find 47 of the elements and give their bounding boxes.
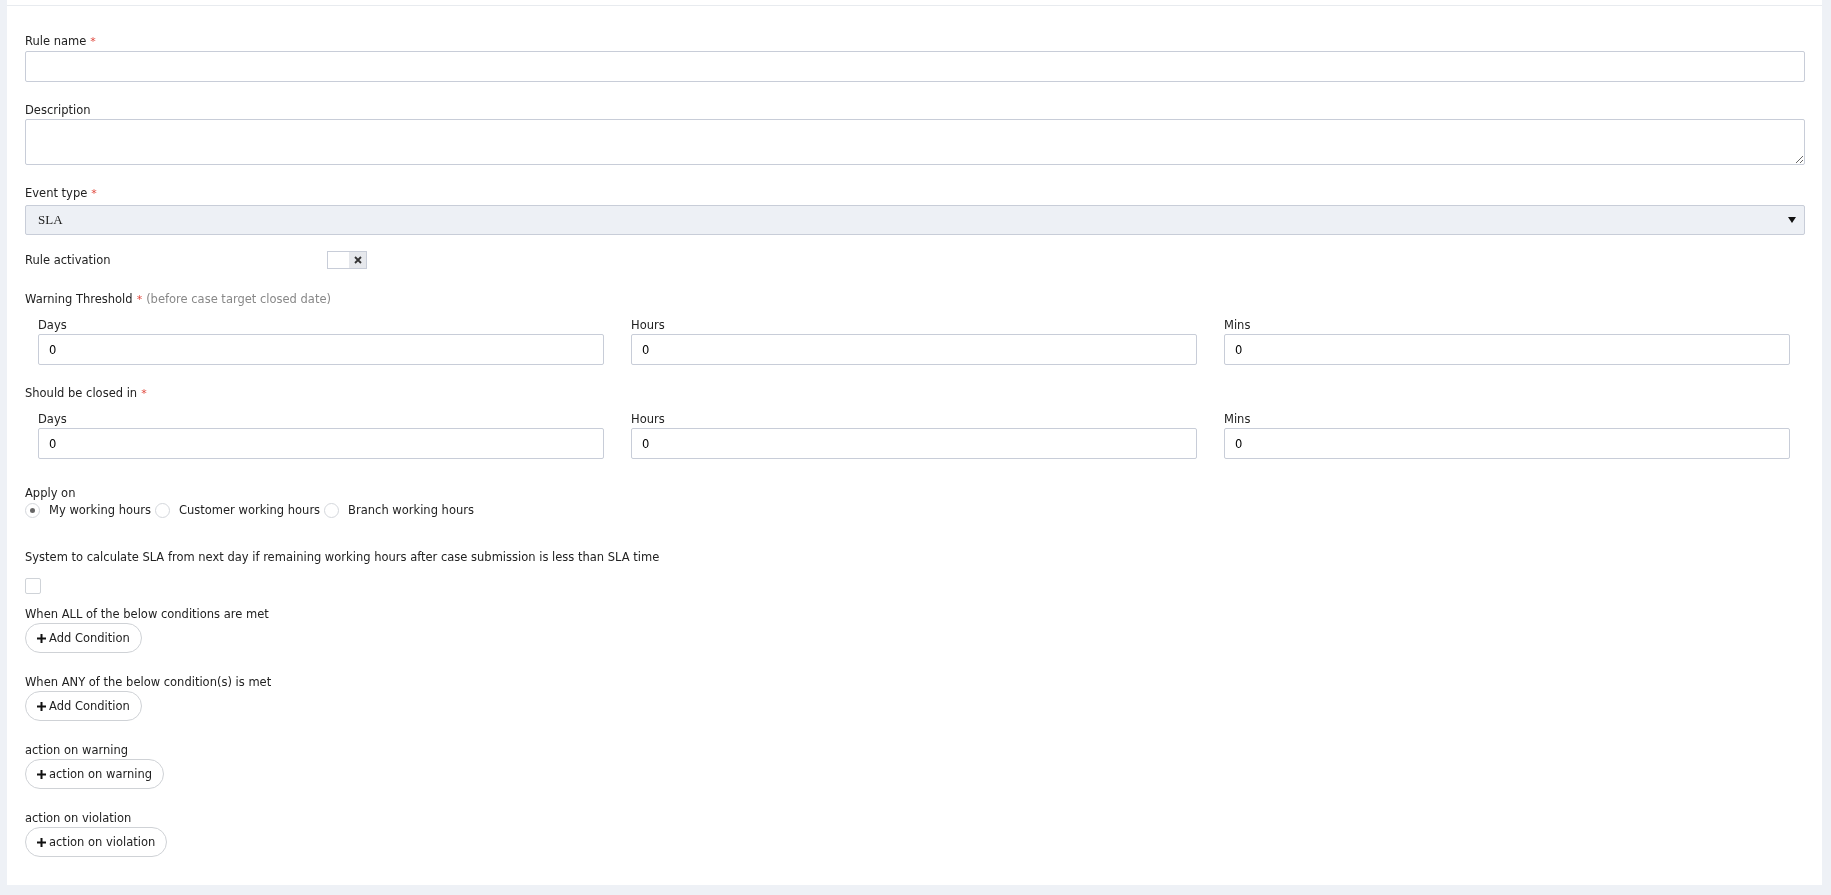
radio-label[interactable]: Branch working hours [348,503,474,517]
required-asterisk: * [90,34,96,50]
plus-icon [37,837,46,847]
rule-name-field[interactable] [25,51,1805,82]
checkbox[interactable] [25,578,41,594]
section-label: When ANY of the below condition(s) is met [25,674,272,690]
field-label: Mins [1224,317,1251,333]
activation-toggle[interactable] [327,251,367,269]
plus-icon [37,701,46,711]
add-button[interactable]: action on violation [25,827,168,857]
field-label: Warning Threshold [25,291,133,307]
number-field[interactable]: 0 [1224,428,1790,459]
field-label: Should be closed in [25,385,138,401]
number-field[interactable]: 0 [38,334,604,365]
plus-icon [37,633,46,643]
cross-icon [353,256,362,264]
field-label: Hours [631,317,665,333]
section-label: When ALL of the below conditions are met [25,606,269,622]
section-label: action on warning [25,742,129,758]
plus-icon [37,769,46,779]
number-field[interactable]: 0 [631,428,1197,459]
field-label: Rule name [25,33,87,49]
radio-label[interactable]: My working hours [49,503,151,517]
description-field[interactable] [25,119,1805,165]
event-type-dropdown[interactable]: SLA [25,205,1805,235]
required-asterisk: * [141,386,147,402]
caret-icon [1788,217,1796,223]
field-label: Event type [25,185,88,201]
field-label: Days [38,317,67,333]
field-label: Description [25,102,91,118]
add-button[interactable]: Add Condition [25,623,142,653]
number-field[interactable]: 0 [631,334,1197,365]
add-button[interactable]: action on warning [25,759,165,789]
required-asterisk: * [136,292,143,308]
number-field[interactable]: 0 [1224,334,1790,365]
add-button[interactable]: Add Condition [25,691,142,721]
field-label: Rule activation [25,252,112,268]
field-label: Apply on [25,485,76,501]
option-text: System to calculate SLA from next day if remaining working hours after case submission is less than SLA time [25,549,660,565]
number-field[interactable]: 0 [38,428,604,459]
field-label: Days [38,411,67,427]
field-label: Hours [631,411,665,427]
hint-text: (before case target closed date) [146,291,331,307]
section-label: action on violation [25,810,132,826]
field-label: Mins [1224,411,1251,427]
radio-label[interactable]: Customer working hours [179,503,321,517]
required-asterisk: * [91,186,97,202]
